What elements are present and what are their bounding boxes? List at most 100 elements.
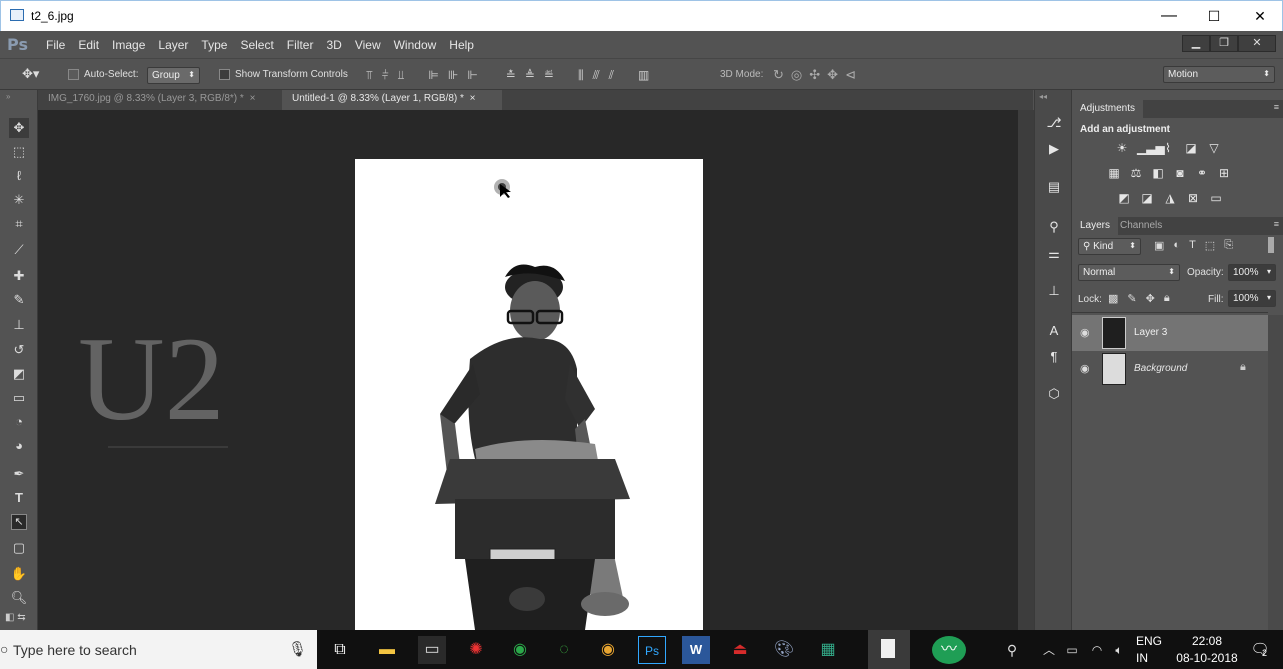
filter-toggle[interactable] [1268,237,1274,253]
color-swatches-icon[interactable]: ◧ ⇆ [5,612,26,623]
exposure-icon[interactable]: ◪ [1183,141,1199,155]
menu-select[interactable]: Select [240,38,273,52]
threshold-icon[interactable]: ◮ [1162,191,1178,205]
gradient-map-icon[interactable]: ▭ [1208,191,1224,205]
actions-play-icon[interactable]: ▶ [1045,140,1063,158]
color-lookup-icon[interactable]: ⊞ [1216,166,1232,180]
menu-edit[interactable]: Edit [78,38,99,52]
distribute-right-icon[interactable]: ⫽ [609,68,614,83]
doc-minimize-button[interactable]: ▁ [1182,35,1210,52]
move-tool-preset-icon[interactable]: ✥▾ [22,66,39,82]
photo-filter-icon[interactable]: ◙ [1172,166,1188,180]
volume-muted-icon[interactable]: 🔈︎ [1105,636,1133,664]
vibrance-icon[interactable]: ▽ [1206,141,1222,155]
clone-source-icon[interactable]: ⊥ [1045,282,1063,300]
hue-saturation-icon[interactable]: ▦ [1106,166,1122,180]
3d-roll-icon[interactable]: ◎ [791,67,802,83]
3d-rotate-icon[interactable]: ↻ [773,67,784,83]
document-canvas[interactable] [355,159,703,630]
eraser-tool-icon[interactable]: ◩ [9,364,29,384]
blend-mode-dropdown[interactable]: Normal ⬍ [1078,264,1180,281]
tab-layers[interactable]: Layers [1072,217,1119,235]
lasso-tool-icon[interactable]: ℓ [9,166,29,186]
menu-layer[interactable]: Layer [158,38,188,52]
doc-close-button[interactable]: ✕ [1238,35,1276,52]
marquee-tool-icon[interactable]: ⬚ [9,142,29,162]
menu-filter[interactable]: Filter [287,38,314,52]
adjustment-sliders-icon[interactable]: ⚌ [1045,245,1063,263]
invert-icon[interactable]: ◩ [1116,191,1132,205]
channel-mixer-icon[interactable]: ⚭ [1194,166,1210,180]
history-brush-icon[interactable]: ↺ [9,340,29,360]
type-tool-icon[interactable]: T [9,488,29,508]
brush-tool-icon[interactable]: ✎ [9,290,29,310]
word-icon[interactable]: W [682,636,710,664]
curves-icon[interactable]: ⌇ [1160,141,1176,155]
align-left-icon[interactable]: ⊫ [428,68,438,83]
character-panel-icon[interactable]: A [1045,322,1063,340]
layer-row-background[interactable]: ◉ Background 🔒︎ [1072,351,1268,387]
dodge-tool-icon[interactable]: ◕ [9,436,29,456]
tab-close-icon[interactable]: × [470,93,476,104]
paragraph-panel-icon[interactable]: ¶ [1045,348,1063,366]
layer-row-layer-3[interactable]: ◉ Layer 3 [1072,315,1268,351]
minimize-button[interactable]: — [1146,1,1192,31]
fill-input[interactable]: 100% ▾ [1228,290,1276,307]
close-button[interactable]: ✕ [1237,1,1283,31]
shape-filter-icon[interactable]: ⬚ [1205,239,1215,252]
path-selection-icon[interactable]: ↖ [11,514,27,530]
visibility-eye-icon[interactable]: ◉ [1080,326,1090,339]
tab-img-1760[interactable]: IMG_1760.jpg @ 8.33% (Layer 3, RGB/8*) *… [38,90,282,110]
3d-slide-icon[interactable]: ✥ [827,67,838,83]
history-panel-icon[interactable]: ⎇ [1045,114,1063,132]
tab-adjustments[interactable]: Adjustments [1072,100,1144,118]
collapse-strip-icon[interactable]: ◂◂ [1039,92,1047,101]
menu-image[interactable]: Image [112,38,145,52]
healing-brush-icon[interactable]: ✚ [9,266,29,286]
shape-tool-icon[interactable]: ▢ [9,538,29,558]
menu-3d[interactable]: 3D [326,38,341,52]
color-balance-icon[interactable]: ⚖ [1128,166,1144,180]
people-icon[interactable]: ⚲ [998,636,1026,664]
gradient-tool-icon[interactable]: ▭ [9,388,29,408]
distribute-hcenter-icon[interactable]: ⫻ [593,68,600,83]
clock[interactable]: 22:08 08-10-2018 [1172,634,1242,665]
language-indicator[interactable]: ENG IN [1136,634,1162,665]
tab-channels[interactable]: Channels [1120,217,1162,235]
image-viewer-icon[interactable] [881,639,895,658]
activity-monitor-icon[interactable]: 〰 [932,636,966,664]
distribute-vcenter-icon[interactable]: ≜ [525,68,535,83]
task-view-icon[interactable]: ⧉ [326,636,354,664]
loading-app-icon[interactable]: ◌ [550,636,578,664]
zoom-tool-icon[interactable]: 🔍︎ [9,588,29,608]
lock-transparent-icon[interactable]: ▩ [1108,292,1118,305]
spider-app-icon[interactable]: ✺ [462,636,490,664]
lock-image-icon[interactable]: ✎ [1127,292,1136,305]
vertical-scrollbar[interactable] [1018,110,1034,630]
align-right-icon[interactable]: ⊩ [467,68,477,83]
maximize-button[interactable]: ☐ [1191,1,1237,31]
move-tool-icon[interactable]: ✥ [9,118,29,138]
photoshop-taskbar-icon[interactable]: Ps [638,636,666,664]
align-hcenter-icon[interactable]: ⊪ [448,68,458,83]
paint-icon[interactable]: 🎨︎ [770,636,798,664]
black-white-icon[interactable]: ◧ [1150,166,1166,180]
brush-presets-icon[interactable]: ⚲ [1045,218,1063,236]
layers-scrollbar[interactable] [1268,315,1283,630]
notification-center-icon[interactable]: 🗨︎ [1246,636,1274,664]
workspace-dropdown[interactable]: Motion ⬍ [1163,66,1275,83]
pen-tool-icon[interactable]: ✒ [9,464,29,484]
menu-type[interactable]: Type [201,38,227,52]
align-bottom-icon[interactable]: ⫫ [398,68,405,83]
properties-panel-icon[interactable]: ▤ [1045,178,1063,196]
lock-all-icon[interactable]: 🔒︎ [1164,292,1170,305]
battery-icon[interactable]: ▭ [1058,636,1086,664]
adjustments-menu-icon[interactable]: ≡ [1274,102,1279,112]
distribute-left-icon[interactable]: ⫼ [578,68,584,83]
adjustment-filter-icon[interactable]: ◐ [1173,239,1180,252]
3d-scale-icon[interactable]: ⊲ [845,67,856,83]
3d-pan-icon[interactable]: ✣ [809,67,820,83]
align-top-icon[interactable]: ⫪ [366,68,373,83]
lock-position-icon[interactable]: ✥ [1146,292,1155,305]
auto-align-icon[interactable]: ▥ [638,68,649,83]
